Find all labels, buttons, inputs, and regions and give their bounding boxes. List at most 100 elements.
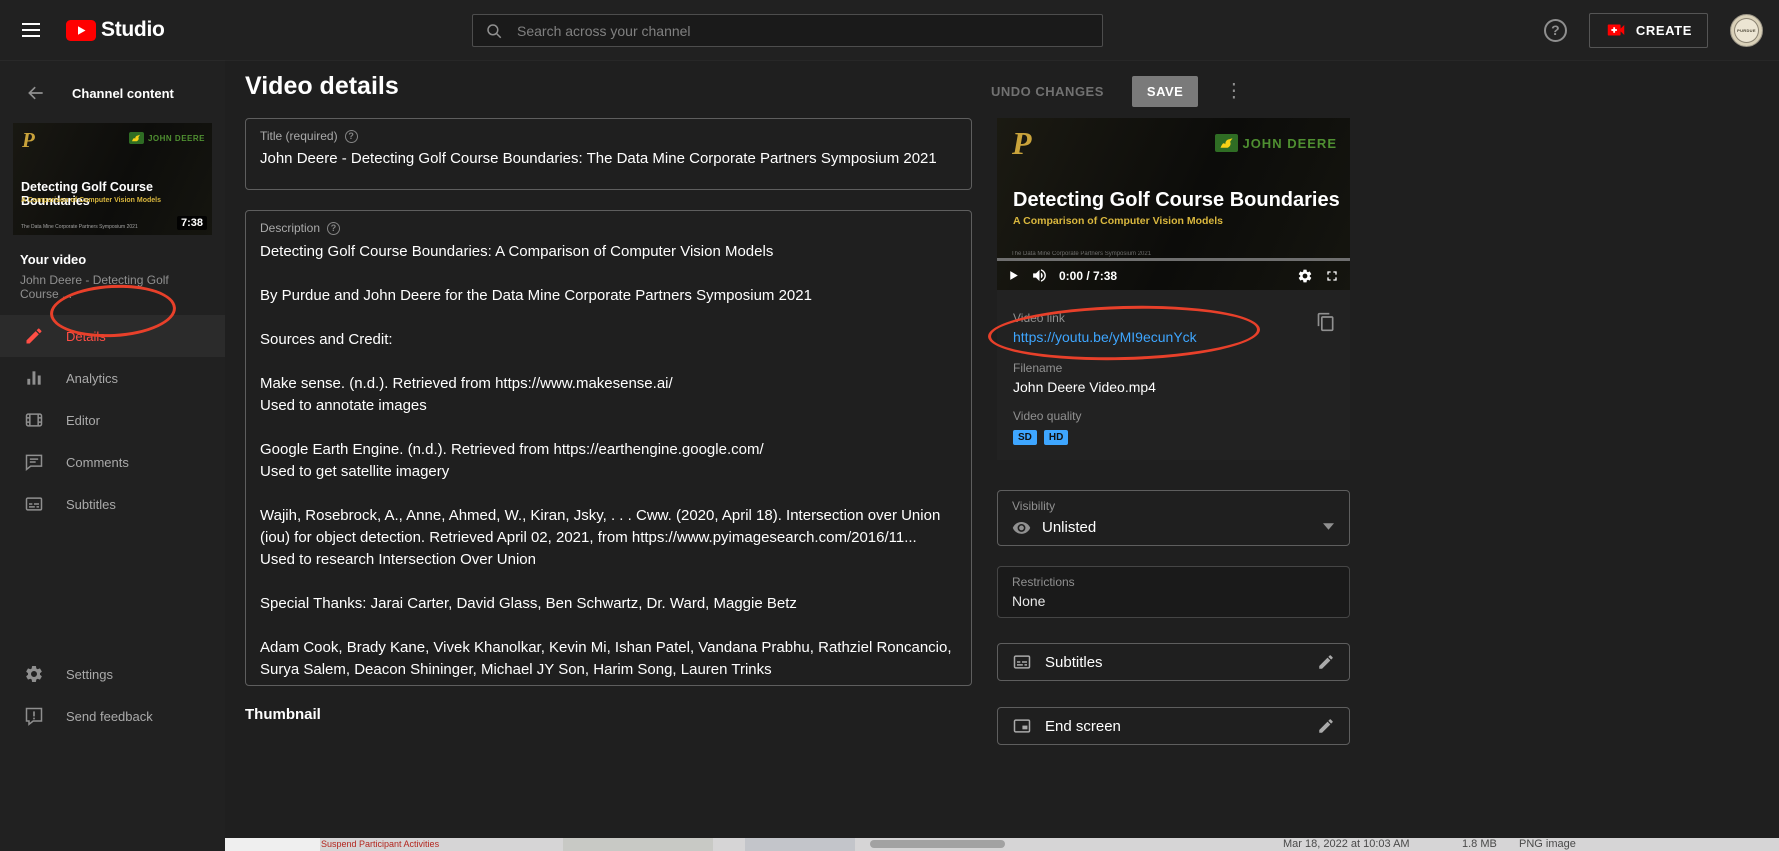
- sidebar-item-send-feedback[interactable]: Send feedback: [0, 695, 225, 737]
- strip-fragment: [563, 838, 713, 851]
- topbar: Studio ? CREATE PURDUE: [0, 0, 1779, 60]
- deere-icon: [1215, 134, 1238, 152]
- strip-segment: [225, 838, 320, 851]
- sidebar-item-label: Details: [66, 329, 106, 344]
- player-settings-button[interactable]: [1297, 268, 1313, 284]
- video-info-panel: Video link https://youtu.be/yMI9ecunYck …: [997, 290, 1350, 460]
- restrictions-card[interactable]: Restrictions None: [997, 566, 1350, 618]
- studio-logo-text: Studio: [101, 18, 165, 42]
- pencil-icon: [24, 326, 44, 346]
- subtitles-card-label: Subtitles: [1045, 654, 1304, 671]
- description-field[interactable]: Description ? Detecting Golf Course Boun…: [245, 210, 972, 686]
- thumb-subtitle: A Comparison of Computer Vision Models: [21, 197, 161, 204]
- visibility-label: Visibility: [1012, 499, 1335, 513]
- play-button[interactable]: [1007, 269, 1020, 282]
- hamburger-icon: [22, 23, 40, 37]
- john-deere-text: JOHN DEERE: [148, 134, 205, 143]
- strip-fragment-text: Suspend Participant Activities: [321, 839, 439, 849]
- channel-content-label: Channel content: [72, 86, 174, 101]
- sidebar-nav: Details Analytics Editor Comments Subtit…: [0, 315, 225, 525]
- fullscreen-button[interactable]: [1324, 268, 1340, 284]
- john-deere-text: JOHN DEERE: [1242, 136, 1337, 151]
- help-button[interactable]: ?: [1544, 19, 1567, 42]
- sidebar-item-label: Settings: [66, 667, 113, 682]
- sidebar-item-editor[interactable]: Editor: [0, 399, 225, 441]
- edit-end-screen-button[interactable]: [1317, 717, 1335, 735]
- horizontal-scrollbar-thumb[interactable]: [870, 840, 1005, 848]
- description-help-icon[interactable]: ?: [327, 222, 340, 235]
- create-button[interactable]: CREATE: [1589, 13, 1708, 48]
- player-controls: 0:00 / 7:38: [997, 261, 1350, 290]
- feedback-icon: [24, 706, 44, 726]
- fullscreen-icon: [1324, 268, 1340, 284]
- strip-fragment: [745, 838, 855, 851]
- menu-button[interactable]: [16, 17, 46, 43]
- video-player-card: P JOHN DEERE Detecting Golf Course Bound…: [997, 118, 1350, 460]
- sidebar-item-settings[interactable]: Settings: [0, 653, 225, 695]
- pencil-icon: [1317, 653, 1335, 671]
- page-title: Video details: [245, 72, 399, 101]
- kebab-menu-button[interactable]: ⋮: [1220, 80, 1247, 103]
- title-field-value[interactable]: John Deere - Detecting Golf Course Bound…: [260, 150, 957, 167]
- hd-quality-badge: HD: [1044, 430, 1068, 445]
- sidebar-item-details[interactable]: Details: [0, 315, 225, 357]
- sidebar-item-subtitles[interactable]: Subtitles: [0, 483, 225, 525]
- copy-link-button[interactable]: [1316, 312, 1336, 335]
- file-size-text: 1.8 MB: [1462, 838, 1497, 851]
- create-button-label: CREATE: [1636, 23, 1692, 38]
- sd-quality-badge: SD: [1013, 430, 1037, 445]
- save-button[interactable]: SAVE: [1132, 76, 1198, 107]
- end-screen-card[interactable]: End screen: [997, 707, 1350, 745]
- volume-button[interactable]: [1031, 267, 1048, 284]
- back-button[interactable]: [20, 77, 52, 109]
- video-player[interactable]: P JOHN DEERE Detecting Golf Course Bound…: [997, 118, 1350, 290]
- file-date-text: Mar 18, 2022 at 10:03 AM: [1283, 838, 1410, 851]
- thumb-footer: The Data Mine Corporate Partners Symposi…: [21, 224, 138, 230]
- edit-subtitles-button[interactable]: [1317, 653, 1335, 671]
- sidebar-item-comments[interactable]: Comments: [0, 441, 225, 483]
- sidebar-item-analytics[interactable]: Analytics: [0, 357, 225, 399]
- subtitles-card[interactable]: Subtitles: [997, 643, 1350, 681]
- comments-icon: [24, 452, 44, 472]
- john-deere-logo: JOHN DEERE: [129, 132, 205, 144]
- title-field[interactable]: Title (required) ? John Deere - Detectin…: [245, 118, 972, 190]
- video-link[interactable]: https://youtu.be/yMI9ecunYck: [1013, 329, 1197, 345]
- search-icon: [485, 22, 503, 40]
- videocam-icon: [1605, 19, 1627, 41]
- sidebar-item-label: Editor: [66, 413, 100, 428]
- studio-logo[interactable]: Studio: [66, 18, 165, 42]
- back-arrow-icon: [26, 83, 46, 103]
- purdue-logo-icon: P: [22, 130, 35, 151]
- bottom-window-strip: Suspend Participant Activities Mar 18, 2…: [225, 838, 1779, 851]
- gear-icon: [24, 664, 44, 684]
- john-deere-logo: JOHN DEERE: [1215, 134, 1337, 152]
- kebab-icon: ⋮: [1224, 81, 1243, 102]
- youtube-studio-app: Studio ? CREATE PURDUE Channel content: [0, 0, 1779, 851]
- account-avatar[interactable]: PURDUE: [1730, 14, 1763, 47]
- video-quality-label: Video quality: [1013, 409, 1334, 423]
- video-link-label: Video link: [1013, 311, 1334, 325]
- search-input[interactable]: [515, 22, 1090, 40]
- sidebar: Channel content P JOHN DEERE Detecting G…: [0, 60, 225, 851]
- chevron-down-icon[interactable]: [1323, 517, 1334, 535]
- play-icon: [1007, 269, 1020, 282]
- sidebar-item-label: Analytics: [66, 371, 118, 386]
- undo-changes-button[interactable]: UNDO CHANGES: [985, 83, 1110, 100]
- video-thumbnail-mini[interactable]: P JOHN DEERE Detecting Golf Course Bound…: [13, 123, 212, 235]
- pencil-icon: [1317, 717, 1335, 735]
- visibility-card[interactable]: Visibility Unlisted: [997, 490, 1350, 546]
- title-help-icon[interactable]: ?: [345, 130, 358, 143]
- description-field-value[interactable]: Detecting Golf Course Boundaries: A Comp…: [260, 241, 957, 681]
- filename-value: John Deere Video.mp4: [1013, 379, 1334, 395]
- sidebar-item-label: Comments: [66, 455, 129, 470]
- question-mark-icon: ?: [1551, 22, 1560, 38]
- visibility-value: Unlisted: [1042, 519, 1096, 536]
- file-kind-text: PNG image: [1519, 838, 1576, 851]
- purdue-logo-icon: P: [1012, 127, 1032, 159]
- sidebar-item-label: Send feedback: [66, 709, 153, 724]
- duration-badge: 7:38: [177, 216, 207, 230]
- youtube-logo-icon: [66, 20, 96, 41]
- channel-search-box: [472, 14, 1103, 47]
- title-field-label: Title (required): [260, 129, 338, 143]
- thumbnail-section-heading: Thumbnail: [245, 706, 321, 723]
